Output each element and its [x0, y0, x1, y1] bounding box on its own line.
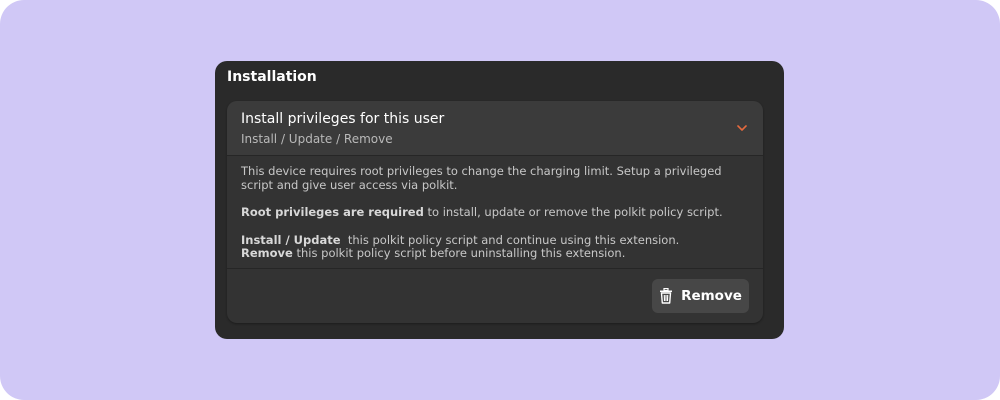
- chevron-down-icon[interactable]: [735, 121, 749, 135]
- installation-card: Install privileges for this user Install…: [227, 101, 763, 323]
- trash-icon: [660, 288, 673, 304]
- required-bold: Root privileges are required: [241, 205, 424, 219]
- remove-rest: this polkit policy script before uninsta…: [292, 246, 626, 260]
- install-rest: this polkit policy script and continue u…: [340, 232, 680, 247]
- description-intro: This device requires root privileges to …: [241, 164, 722, 192]
- actions-divider: [227, 268, 763, 269]
- expander-title: Install privileges for this user: [241, 111, 445, 127]
- remove-button[interactable]: Remove: [652, 279, 749, 313]
- description-text: This device requires root privileges to …: [241, 164, 749, 261]
- group-title: Installation: [227, 69, 317, 85]
- remove-bold: Remove: [241, 246, 293, 260]
- preferences-window: Installation Install privileges for this…: [215, 61, 784, 339]
- expander-subtitle: Install / Update / Remove: [241, 132, 393, 146]
- description-remove: Remove this polkit policy script before …: [241, 246, 749, 261]
- remove-button-label: Remove: [681, 288, 742, 304]
- required-rest: to install, update or remove the polkit …: [423, 205, 723, 219]
- install-bold: Install / Update: [241, 232, 341, 247]
- description-required: Root privileges are required to install,…: [241, 205, 749, 220]
- description-install: Install / Update this polkit policy scri…: [241, 232, 749, 248]
- install-privileges-expander[interactable]: Install privileges for this user Install…: [227, 101, 763, 156]
